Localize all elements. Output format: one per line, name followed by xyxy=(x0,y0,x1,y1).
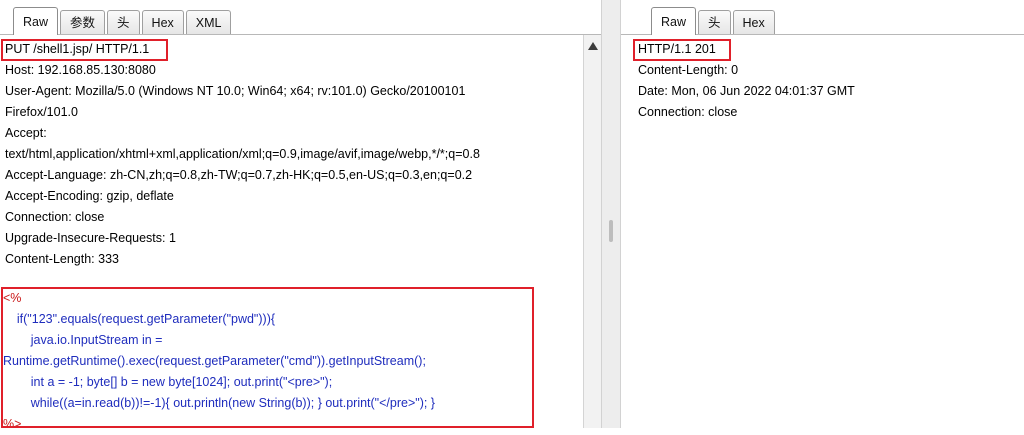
header-accept: Accept: xyxy=(5,126,47,140)
request-tab-xml[interactable]: XML xyxy=(185,10,232,34)
response-tab-bar: Raw 头 Hex xyxy=(621,0,1024,35)
header-accept-encoding: Accept-Encoding: gzip, deflate xyxy=(5,189,174,203)
pane-splitter[interactable] xyxy=(601,0,621,428)
request-tab-headers[interactable]: 头 xyxy=(107,10,140,34)
response-tab-headers[interactable]: 头 xyxy=(698,10,731,34)
request-pane: Raw 参数 头 Hex XML PUT /shell1.jsp/ HTTP/1… xyxy=(0,0,601,431)
response-tab-raw[interactable]: Raw xyxy=(651,7,697,35)
request-line-highlight xyxy=(1,39,168,61)
response-date: Date: Mon, 06 Jun 2022 04:01:37 GMT xyxy=(638,84,855,98)
splitter-grip-icon[interactable] xyxy=(609,220,613,242)
request-tab-hex[interactable]: Hex xyxy=(141,10,184,34)
response-content-length: Content-Length: 0 xyxy=(638,63,739,77)
header-upgrade-insecure: Upgrade-Insecure-Requests: 1 xyxy=(5,231,176,245)
header-user-agent: User-Agent: Mozilla/5.0 (Windows NT 10.0… xyxy=(5,84,466,98)
header-accept-language: Accept-Language: zh-CN,zh;q=0.8,zh-TW;q=… xyxy=(5,168,473,182)
response-status-highlight xyxy=(633,39,731,61)
request-tab-params[interactable]: 参数 xyxy=(60,10,106,34)
request-tab-bar: Raw 参数 头 Hex XML xyxy=(0,0,601,35)
body-highlight xyxy=(1,287,534,428)
response-connection: Connection: close xyxy=(638,105,738,119)
response-tab-hex[interactable]: Hex xyxy=(732,10,775,34)
response-editor[interactable]: HTTP/1.1 201 Content-Length: 0 Date: Mon… xyxy=(621,35,1024,428)
response-pane: Raw 头 Hex HTTP/1.1 201 Content-Length: 0… xyxy=(621,0,1024,428)
header-accept-cont: text/html,application/xhtml+xml,applicat… xyxy=(5,147,480,161)
request-scrollbar[interactable] xyxy=(583,35,601,428)
header-content-length: Content-Length: 333 xyxy=(5,252,119,266)
scroll-up-icon[interactable] xyxy=(588,42,598,50)
header-host: Host: 192.168.85.130:8080 xyxy=(5,63,156,77)
header-user-agent-cont: Firefox/101.0 xyxy=(5,105,78,119)
header-connection: Connection: close xyxy=(5,210,105,224)
request-tab-raw[interactable]: Raw xyxy=(13,7,59,35)
request-editor[interactable]: PUT /shell1.jsp/ HTTP/1.1 Host: 192.168.… xyxy=(0,35,601,431)
